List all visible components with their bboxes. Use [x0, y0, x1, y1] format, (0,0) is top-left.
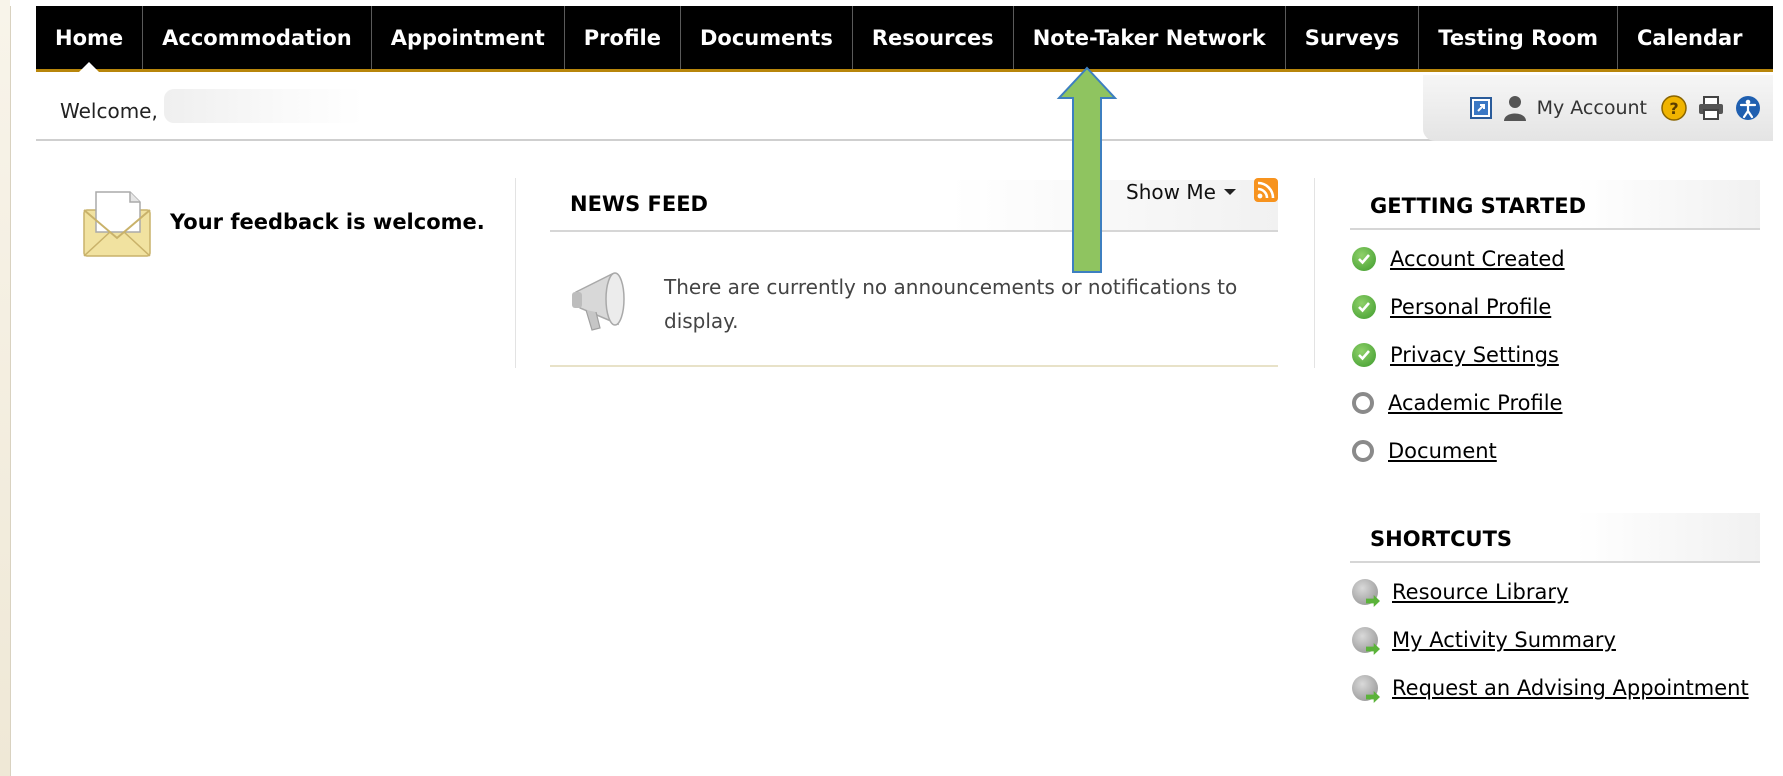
shortcuts-header: SHORTCUTS: [1350, 513, 1760, 563]
nav-home[interactable]: Home: [36, 6, 144, 69]
shortcut-arrow-icon: [1352, 675, 1378, 701]
feedback-link[interactable]: Your feedback is welcome.: [170, 210, 485, 234]
document-link[interactable]: Document: [1388, 439, 1497, 463]
column-divider: [1314, 178, 1315, 368]
shortcut-item: My Activity Summary: [1352, 623, 1616, 657]
nav-resources[interactable]: Resources: [853, 6, 1014, 69]
empty-circle-icon: [1352, 392, 1374, 414]
envelope-icon[interactable]: [82, 188, 152, 264]
resource-library-link[interactable]: Resource Library: [1392, 580, 1568, 604]
nav-documents[interactable]: Documents: [681, 6, 853, 69]
news-feed-body: There are currently no announcements or …: [550, 234, 1278, 367]
welcome-bar: Welcome, My Account ?: [36, 75, 1773, 141]
megaphone-icon: [568, 264, 644, 340]
shortcut-arrow-icon: [1352, 627, 1378, 653]
shortcut-arrow-icon: [1352, 579, 1378, 605]
welcome-text: Welcome,: [60, 99, 158, 123]
user-icon[interactable]: [1503, 95, 1527, 121]
news-feed-title: NEWS FEED: [570, 192, 708, 216]
my-activity-summary-link[interactable]: My Activity Summary: [1392, 628, 1616, 652]
shortcuts-title: SHORTCUTS: [1370, 527, 1513, 551]
account-toolbar: My Account ?: [1423, 75, 1773, 141]
checklist-item: Document: [1352, 434, 1497, 468]
help-icon[interactable]: ?: [1661, 95, 1687, 121]
page-edge: [0, 0, 10, 776]
nav-surveys[interactable]: Surveys: [1286, 6, 1420, 69]
news-feed-header: NEWS FEED Show Me: [550, 178, 1278, 232]
nav-appointment[interactable]: Appointment: [372, 6, 565, 69]
request-advising-appointment-link[interactable]: Request an Advising Appointment: [1392, 676, 1749, 700]
privacy-settings-link[interactable]: Privacy Settings: [1390, 343, 1559, 367]
getting-started-header: GETTING STARTED: [1350, 180, 1760, 230]
column-divider: [515, 178, 516, 368]
academic-profile-link[interactable]: Academic Profile: [1388, 391, 1562, 415]
main-nav: Home Accommodation Appointment Profile D…: [36, 6, 1773, 72]
account-created-link[interactable]: Account Created: [1390, 247, 1565, 271]
news-feed-empty-message: There are currently no announcements or …: [664, 275, 1238, 333]
print-icon[interactable]: [1697, 95, 1725, 121]
accessibility-icon[interactable]: [1735, 95, 1761, 121]
rss-icon[interactable]: [1254, 178, 1278, 202]
up-arrow-annotation: [1055, 66, 1119, 280]
checklist-item: Privacy Settings: [1352, 338, 1559, 372]
checklist-item: Academic Profile: [1352, 386, 1562, 420]
check-circle-icon: [1352, 295, 1376, 319]
nav-testing-room[interactable]: Testing Room: [1419, 6, 1618, 69]
chevron-down-icon: [1223, 189, 1236, 195]
nav-calendar[interactable]: Calendar: [1618, 6, 1762, 69]
nav-note-taker-network[interactable]: Note-Taker Network: [1014, 6, 1286, 69]
show-me-dropdown[interactable]: Show Me: [1126, 180, 1236, 204]
nav-profile[interactable]: Profile: [565, 6, 681, 69]
feedback-widget: Your feedback is welcome.: [82, 188, 492, 264]
shortcut-item: Request an Advising Appointment: [1352, 671, 1749, 705]
checklist-item: Account Created: [1352, 242, 1565, 276]
getting-started-title: GETTING STARTED: [1370, 194, 1587, 218]
shortcut-item: Resource Library: [1352, 575, 1568, 609]
empty-circle-icon: [1352, 440, 1374, 462]
my-account-link[interactable]: My Account: [1537, 97, 1647, 119]
personal-profile-link[interactable]: Personal Profile: [1390, 295, 1551, 319]
check-circle-icon: [1352, 247, 1376, 271]
redacted-username: [164, 89, 364, 123]
svg-text:?: ?: [1669, 99, 1678, 118]
external-link-icon[interactable]: [1469, 96, 1493, 120]
checklist-item: Personal Profile: [1352, 290, 1551, 324]
check-circle-icon: [1352, 343, 1376, 367]
nav-accommodation[interactable]: Accommodation: [143, 6, 372, 69]
show-me-label: Show Me: [1126, 180, 1216, 204]
